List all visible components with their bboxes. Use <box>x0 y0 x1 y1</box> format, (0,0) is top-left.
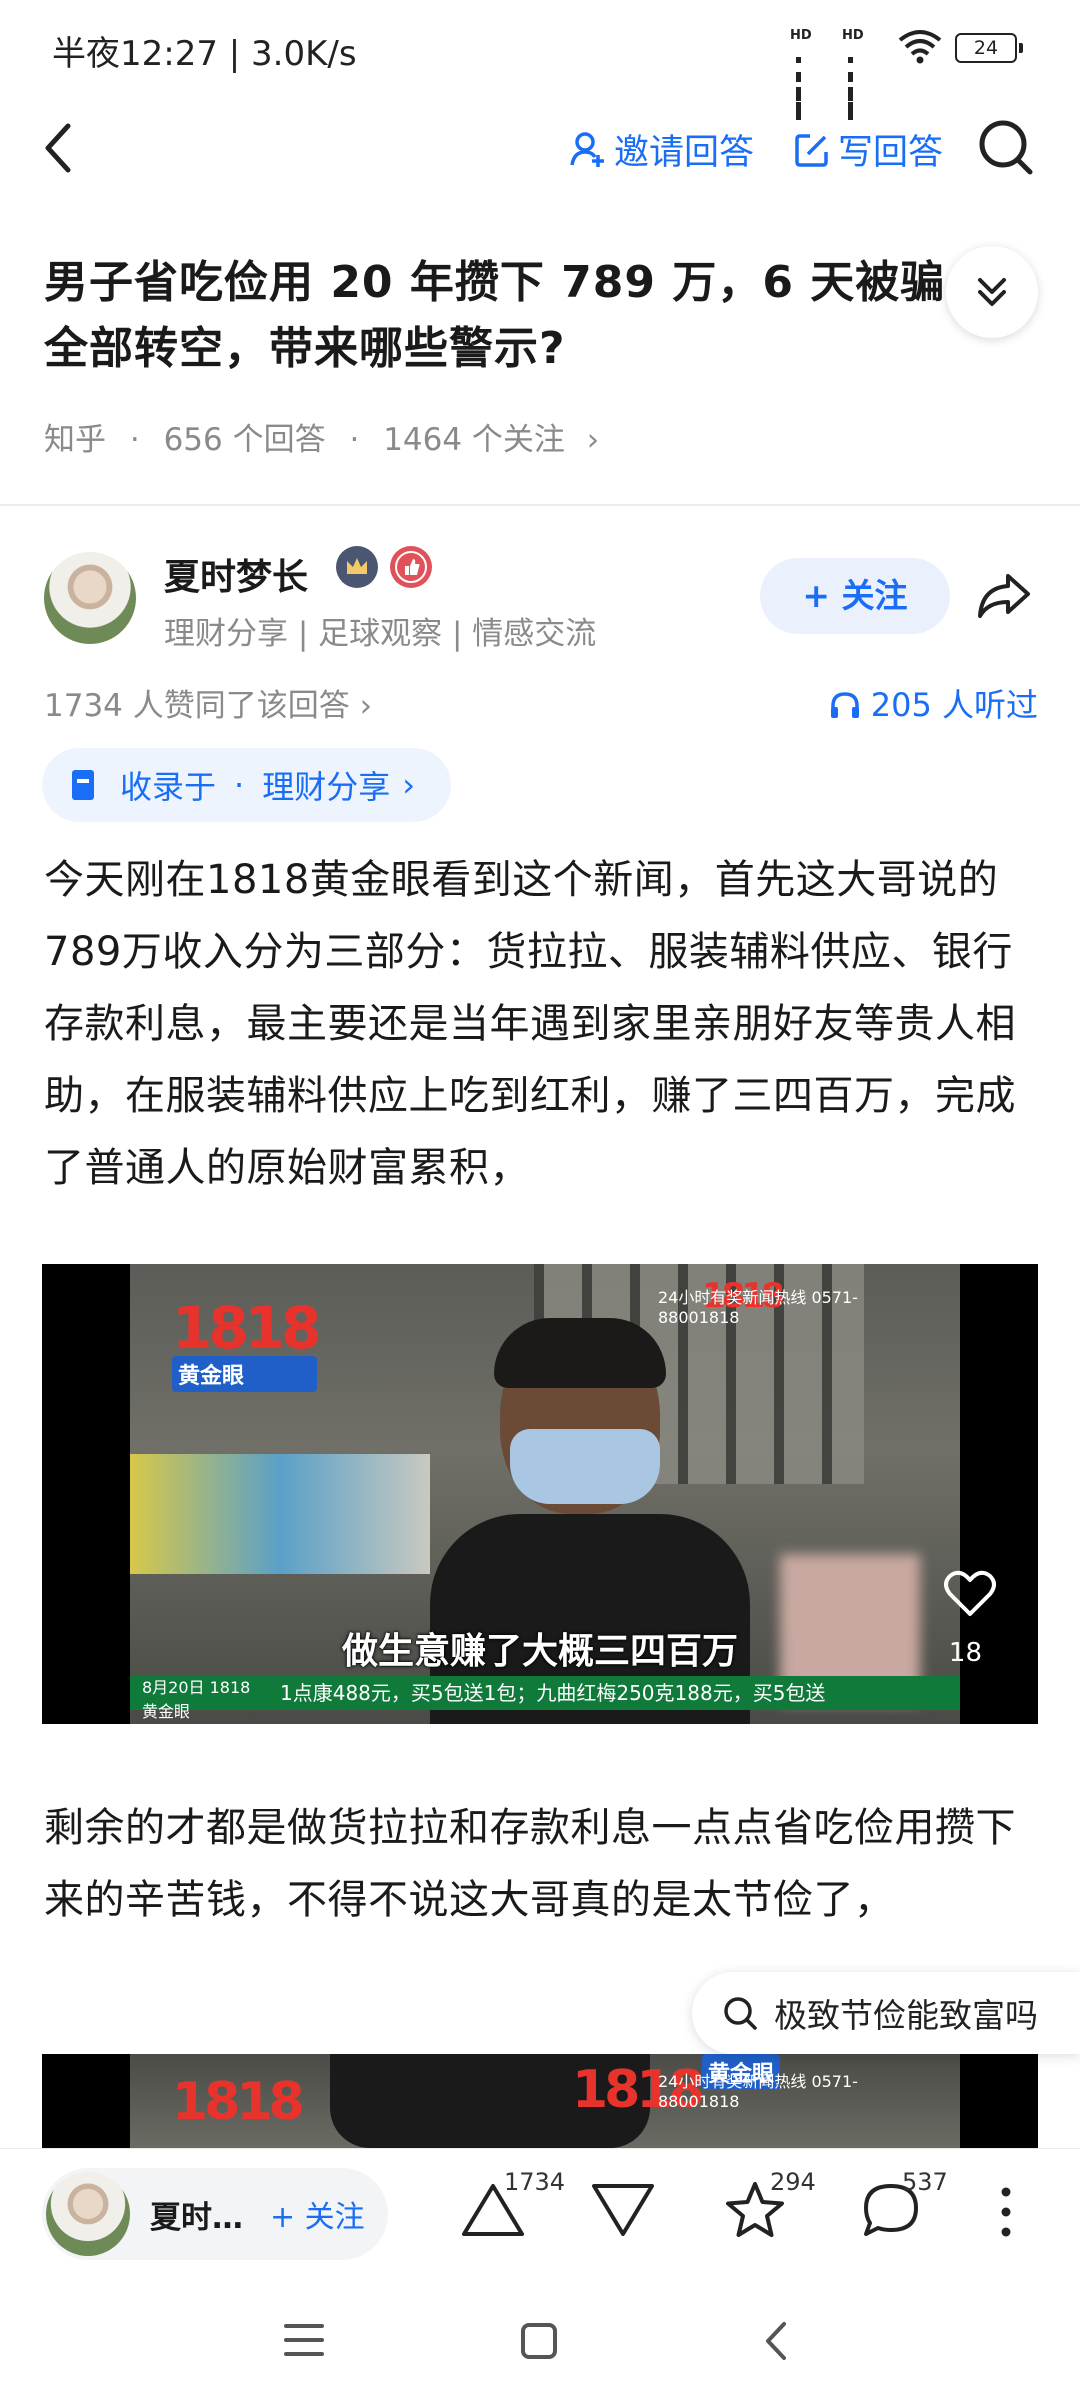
video-frame[interactable]: 1818 1818 黄金眼 24小时有奖新闻热线 0571-88001818 <box>42 2054 1038 2148</box>
video-like-count: 18 <box>948 1638 982 1668</box>
favorite-count: 294 <box>770 2168 816 2196</box>
divider <box>0 504 1080 506</box>
wifi-icon <box>898 30 942 64</box>
question-title[interactable]: 男子省吃俭用 20 年攒下 789 万，6 天被骗全部转空，带来哪些警示? <box>44 250 964 382</box>
video-date: 8月20日 1818黄金眼 <box>142 1678 251 1721</box>
system-nav-bar <box>0 2280 1080 2400</box>
upvote-count: 1734 <box>504 2168 566 2196</box>
share-icon[interactable] <box>974 570 1034 620</box>
bottom-author-name[interactable]: 夏时… <box>150 2192 243 2237</box>
agree-count[interactable]: 1734 人赞同了该回答 › <box>44 680 372 725</box>
write-answer-button[interactable]: 写回答 <box>794 124 943 175</box>
thumb-badge-icon <box>390 546 432 588</box>
collection-name: 理财分享 <box>262 768 391 806</box>
edit-icon <box>795 133 828 167</box>
bookmark-icon <box>72 770 94 800</box>
news-logo: 1818 <box>172 2072 305 2132</box>
write-answer-label: 写回答 <box>838 133 944 173</box>
answer-count: 656 个回答 <box>163 422 326 458</box>
search-icon[interactable] <box>978 118 1034 176</box>
home-icon[interactable] <box>520 2322 558 2360</box>
collection-chip[interactable]: 收录于 · 理财分享 › <box>42 748 451 822</box>
status-time: 半夜12:27 | 3.0K/s <box>52 34 357 74</box>
follower-count: 1464 个关注 <box>383 422 565 458</box>
author-tags: 理财分享 | 足球观察 | 情感交流 <box>164 616 597 652</box>
system-back-icon[interactable] <box>762 2320 790 2362</box>
listened-count[interactable]: 205 人听过 <box>829 680 1038 726</box>
hotline-text: 24小时有奖新闻热线 0571-88001818 <box>658 1288 858 1327</box>
collection-separator: · <box>234 766 245 804</box>
heart-icon[interactable] <box>944 1570 996 1618</box>
author-avatar[interactable] <box>44 552 136 644</box>
bottom-follow-button[interactable]: + 关注 <box>270 2192 365 2236</box>
question-meta[interactable]: 知乎 · 656 个回答 · 1464 个关注 › <box>44 414 599 459</box>
listened-label: 205 人听过 <box>870 686 1038 724</box>
hotline-text: 24小时有奖新闻热线 0571-88001818 <box>658 2072 858 2111</box>
invite-user-icon <box>570 131 604 167</box>
invite-answer-button[interactable]: 邀请回答 <box>570 124 754 175</box>
crown-badge-icon <box>336 546 378 588</box>
bottom-author-avatar[interactable] <box>46 2172 130 2256</box>
source-label: 知乎 <box>44 422 106 458</box>
menu-icon[interactable] <box>284 2322 324 2358</box>
video-subtitle: 做生意赚了大概三四百万 <box>341 1631 738 1672</box>
status-bar: 半夜12:27 | 3.0K/s HD HD 24 <box>0 0 1080 120</box>
follow-button[interactable]: + 关注 <box>760 558 950 634</box>
expand-button[interactable] <box>946 246 1038 338</box>
answer-paragraph: 今天刚在1818黄金眼看到这个新闻，首先这大哥说的789万收入分为三部分：货拉拉… <box>44 857 1016 1191</box>
author-name[interactable]: 夏时梦长 <box>164 548 308 600</box>
chevron-right-icon: › <box>402 766 415 804</box>
comment-count: 537 <box>902 2168 948 2196</box>
news-logo: 1818 黄金眼 <box>172 1294 321 1392</box>
video-frame[interactable]: 1818 黄金眼 1818 24小时有奖新闻热线 0571-88001818 做… <box>42 1264 1038 1724</box>
more-icon[interactable] <box>996 2186 1016 2238</box>
search-icon <box>724 1997 757 2030</box>
collection-prefix: 收录于 <box>120 768 217 806</box>
search-suggestion[interactable]: 极致节俭能致富吗 <box>692 1972 1080 2054</box>
chevron-right-icon: › <box>586 422 600 458</box>
back-icon[interactable] <box>38 118 78 178</box>
meta-separator: · <box>349 422 360 458</box>
invite-answer-label: 邀请回答 <box>614 133 755 173</box>
answer-paragraph: 剩余的才都是做货拉拉和存款利息一点点省吃俭用攒下来的辛苦钱，不得不说这大哥真的是… <box>44 1805 1016 1923</box>
battery-indicator: 24 <box>955 33 1023 63</box>
search-suggestion-text: 极致节俭能致富吗 <box>774 1996 1038 2035</box>
chevron-down-icon <box>978 278 1006 306</box>
headphones-icon <box>830 692 859 718</box>
downvote-icon[interactable] <box>590 2180 656 2240</box>
meta-separator: · <box>129 422 140 458</box>
